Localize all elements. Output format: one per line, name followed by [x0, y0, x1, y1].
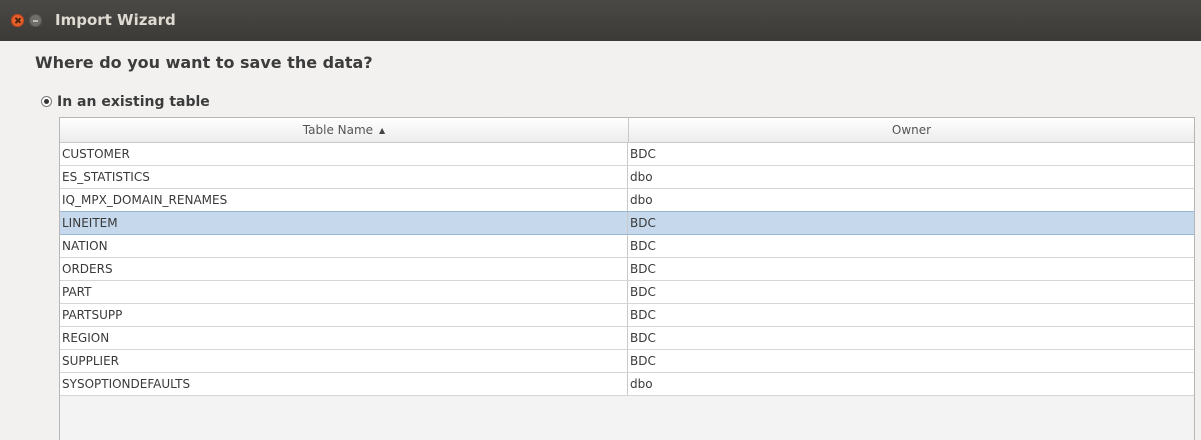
cell-owner[interactable]: BDC [628, 212, 1194, 234]
cell-owner[interactable]: BDC [628, 258, 1194, 280]
cell-table-name[interactable]: PARTSUPP [60, 304, 628, 326]
cell-table-name[interactable]: IQ_MPX_DOMAIN_RENAMES [60, 189, 628, 211]
close-icon[interactable] [11, 14, 24, 27]
cell-owner[interactable]: dbo [628, 189, 1194, 211]
cell-owner[interactable]: BDC [628, 327, 1194, 349]
title-bar: Import Wizard [0, 0, 1201, 41]
window-title: Import Wizard [55, 11, 176, 29]
table-row[interactable]: NATION BDC [60, 235, 1194, 258]
cell-table-name[interactable]: PART [60, 281, 628, 303]
table-row[interactable]: CUSTOMER BDC [60, 143, 1194, 166]
cell-table-name[interactable]: CUSTOMER [60, 143, 628, 165]
tables-grid[interactable]: Table Name ▲ Owner CUSTOMER BDC ES_STATISTI… [59, 117, 1195, 440]
table-row[interactable]: IQ_MPX_DOMAIN_RENAMES dbo [60, 189, 1194, 212]
cell-table-name[interactable]: ORDERS [60, 258, 628, 280]
cell-owner[interactable]: BDC [628, 350, 1194, 372]
table-body: CUSTOMER BDC ES_STATISTICS dbo IQ_MPX_DOMAIN… [60, 143, 1194, 396]
cell-owner[interactable]: BDC [628, 235, 1194, 257]
cell-owner[interactable]: dbo [628, 166, 1194, 188]
cell-table-name[interactable]: LINEITEM [60, 212, 628, 234]
cell-owner[interactable]: BDC [628, 143, 1194, 165]
table-header: Table Name ▲ Owner [60, 118, 1194, 143]
cell-table-name[interactable]: NATION [60, 235, 628, 257]
page-question: Where do you want to save the data? [35, 53, 373, 72]
cell-owner[interactable]: BDC [628, 304, 1194, 326]
existing-table-label[interactable]: In an existing table [57, 92, 210, 112]
table-row[interactable]: ES_STATISTICS dbo [60, 166, 1194, 189]
table-row[interactable]: PARTSUPP BDC [60, 304, 1194, 327]
cell-owner[interactable]: BDC [628, 281, 1194, 303]
table-row[interactable]: REGION BDC [60, 327, 1194, 350]
cell-table-name[interactable]: SUPPLIER [60, 350, 628, 372]
cell-owner[interactable]: dbo [628, 373, 1194, 395]
column-header-owner[interactable]: Owner [629, 118, 1194, 142]
cell-table-name[interactable]: ES_STATISTICS [60, 166, 628, 188]
radio-selected-icon[interactable] [41, 96, 52, 107]
table-row[interactable]: LINEITEM BDC [60, 211, 1194, 235]
table-row[interactable]: SUPPLIER BDC [60, 350, 1194, 373]
cell-table-name[interactable]: REGION [60, 327, 628, 349]
minimize-icon[interactable] [29, 14, 42, 27]
table-row[interactable]: SYSOPTIONDEFAULTS dbo [60, 373, 1194, 396]
table-row[interactable]: PART BDC [60, 281, 1194, 304]
table-row[interactable]: ORDERS BDC [60, 258, 1194, 281]
sort-ascending-icon: ▲ [379, 126, 386, 135]
cell-table-name[interactable]: SYSOPTIONDEFAULTS [60, 373, 628, 395]
column-header-table-name[interactable]: Table Name ▲ [60, 118, 629, 142]
